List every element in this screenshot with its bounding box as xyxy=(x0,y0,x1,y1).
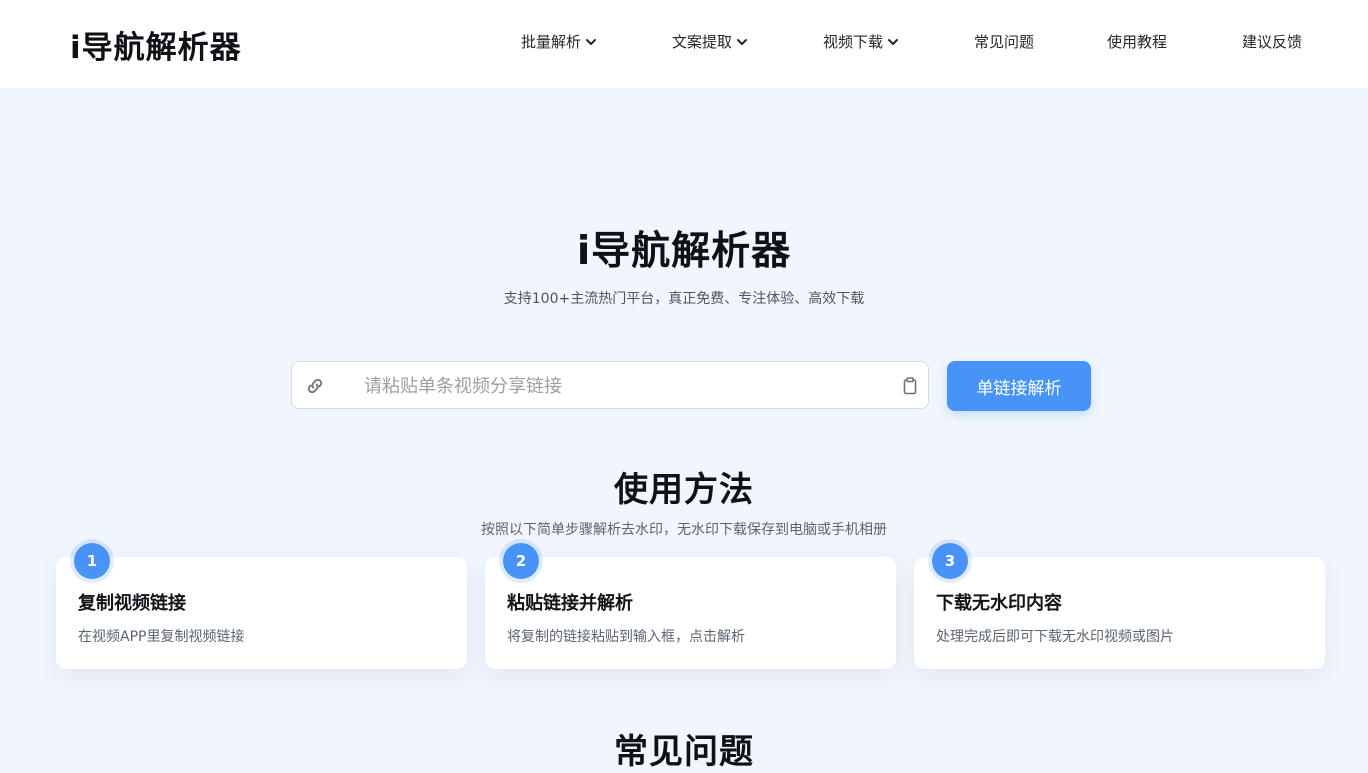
nav-batch-parse[interactable]: 批量解析 xyxy=(521,31,597,52)
chevron-down-icon xyxy=(586,38,597,45)
nav-faq[interactable]: 常见问题 xyxy=(974,31,1034,52)
step-description: 处理完成后即可下载无水印视频或图片 xyxy=(936,629,1174,645)
link-icon xyxy=(307,378,323,394)
nav-label: 视频下载 xyxy=(823,33,884,51)
single-link-parse-button[interactable]: 单链接解析 xyxy=(947,361,1091,411)
hero-title: i导航解析器 xyxy=(576,229,792,274)
step-number-badge: 2 xyxy=(503,543,539,579)
nav-label: 常见问题 xyxy=(974,33,1035,51)
nav-copy-extract[interactable]: 文案提取 xyxy=(672,31,748,52)
step-number-badge: 1 xyxy=(74,543,110,579)
link-input-box[interactable] xyxy=(291,361,929,409)
step-number-badge: 3 xyxy=(932,543,968,579)
usage-section-title: 使用方法 xyxy=(614,470,754,510)
nav-tutorial[interactable]: 使用教程 xyxy=(1107,31,1167,52)
step-title: 下载无水印内容 xyxy=(936,593,1062,614)
nav-label: 使用教程 xyxy=(1107,33,1168,51)
step-card-paste-parse: 2 粘贴链接并解析 将复制的链接粘贴到输入框，点击解析 xyxy=(485,543,896,669)
step-card-copy-link: 1 复制视频链接 在视频APP里复制视频链接 xyxy=(56,543,467,669)
chevron-down-icon xyxy=(737,38,748,45)
nav-video-download[interactable]: 视频下载 xyxy=(823,31,899,52)
step-card-download: 3 下载无水印内容 处理完成后即可下载无水印视频或图片 xyxy=(914,543,1325,669)
main-nav: 批量解析 文案提取 视频下载 常见问题 使用教程 建议反馈 xyxy=(0,31,1368,55)
chevron-down-icon xyxy=(888,38,899,45)
step-title: 粘贴链接并解析 xyxy=(507,593,633,614)
nav-label: 建议反馈 xyxy=(1242,33,1303,51)
clipboard-icon[interactable] xyxy=(903,377,917,395)
step-description: 将复制的链接粘贴到输入框，点击解析 xyxy=(507,629,745,645)
nav-feedback[interactable]: 建议反馈 xyxy=(1242,31,1302,52)
usage-section-subtitle: 按照以下简单步骤解析去水印，无水印下载保存到电脑或手机相册 xyxy=(481,522,887,538)
top-header: i导航解析器 批量解析 文案提取 视频下载 常见问题 使用教程 建议反馈 xyxy=(0,0,1368,88)
faq-section-title: 常见问题 xyxy=(614,732,754,772)
step-description: 在视频APP里复制视频链接 xyxy=(78,629,245,645)
hero-subtitle: 支持100+主流热门平台，真正免费、专注体验、高效下载 xyxy=(503,291,865,307)
share-link-input[interactable] xyxy=(364,372,884,400)
step-title: 复制视频链接 xyxy=(78,593,186,614)
nav-label: 批量解析 xyxy=(521,33,582,51)
nav-label: 文案提取 xyxy=(672,33,733,51)
